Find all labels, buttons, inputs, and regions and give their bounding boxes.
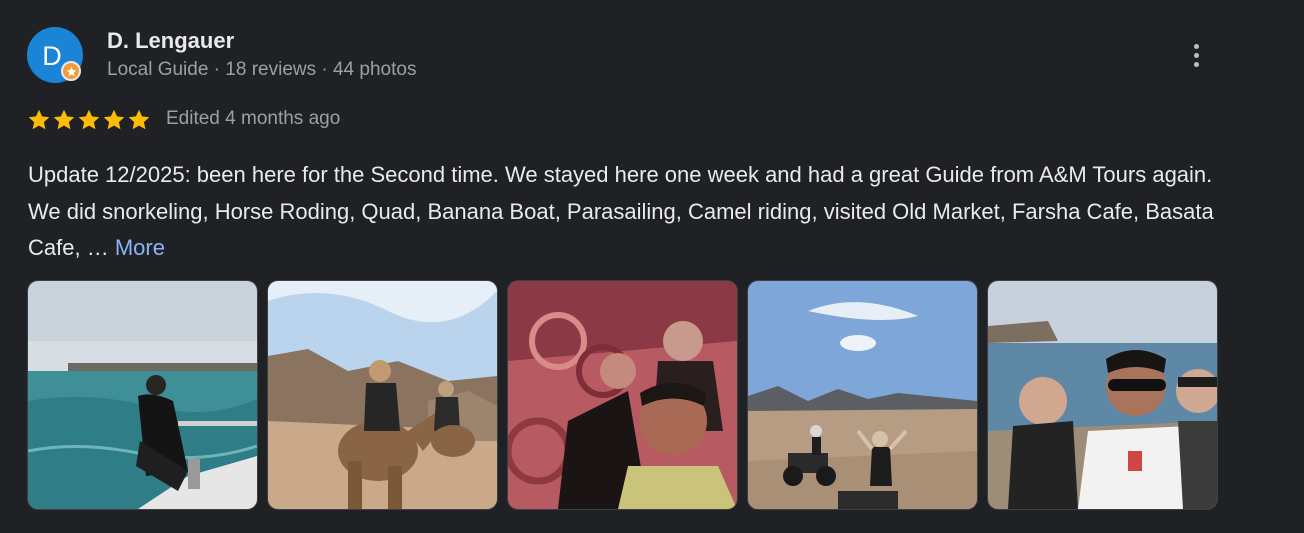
star-icon xyxy=(103,109,125,130)
more-vert-icon[interactable] xyxy=(1184,38,1208,72)
review-photo-camel[interactable] xyxy=(268,281,497,509)
reviewer-name[interactable]: D. Lengauer xyxy=(107,28,234,54)
review-photo-group[interactable] xyxy=(988,281,1217,509)
review-photo-quad[interactable] xyxy=(748,281,977,509)
avatar[interactable]: D xyxy=(27,27,83,83)
more-link[interactable]: More xyxy=(115,235,165,260)
star-icon xyxy=(53,109,75,130)
local-guide-badge-icon xyxy=(61,61,81,81)
review-body: Update 12/2025: been here for the Second… xyxy=(28,162,1214,260)
edited-timestamp: Edited 4 months ago xyxy=(166,108,341,129)
review-photo-boat[interactable] xyxy=(28,281,257,509)
avatar-initial: D xyxy=(42,40,62,71)
reviewer-meta: Local Guide · 18 reviews · 44 photos xyxy=(107,59,417,80)
star-icon xyxy=(28,109,50,130)
review-photo-selfie[interactable] xyxy=(508,281,737,509)
star-icon xyxy=(78,109,100,130)
star-rating xyxy=(27,108,151,132)
star-icon xyxy=(128,109,150,130)
review-card: D D. Lengauer Local Guide · 18 reviews ·… xyxy=(0,0,1304,533)
review-text: Update 12/2025: been here for the Second… xyxy=(28,157,1238,267)
